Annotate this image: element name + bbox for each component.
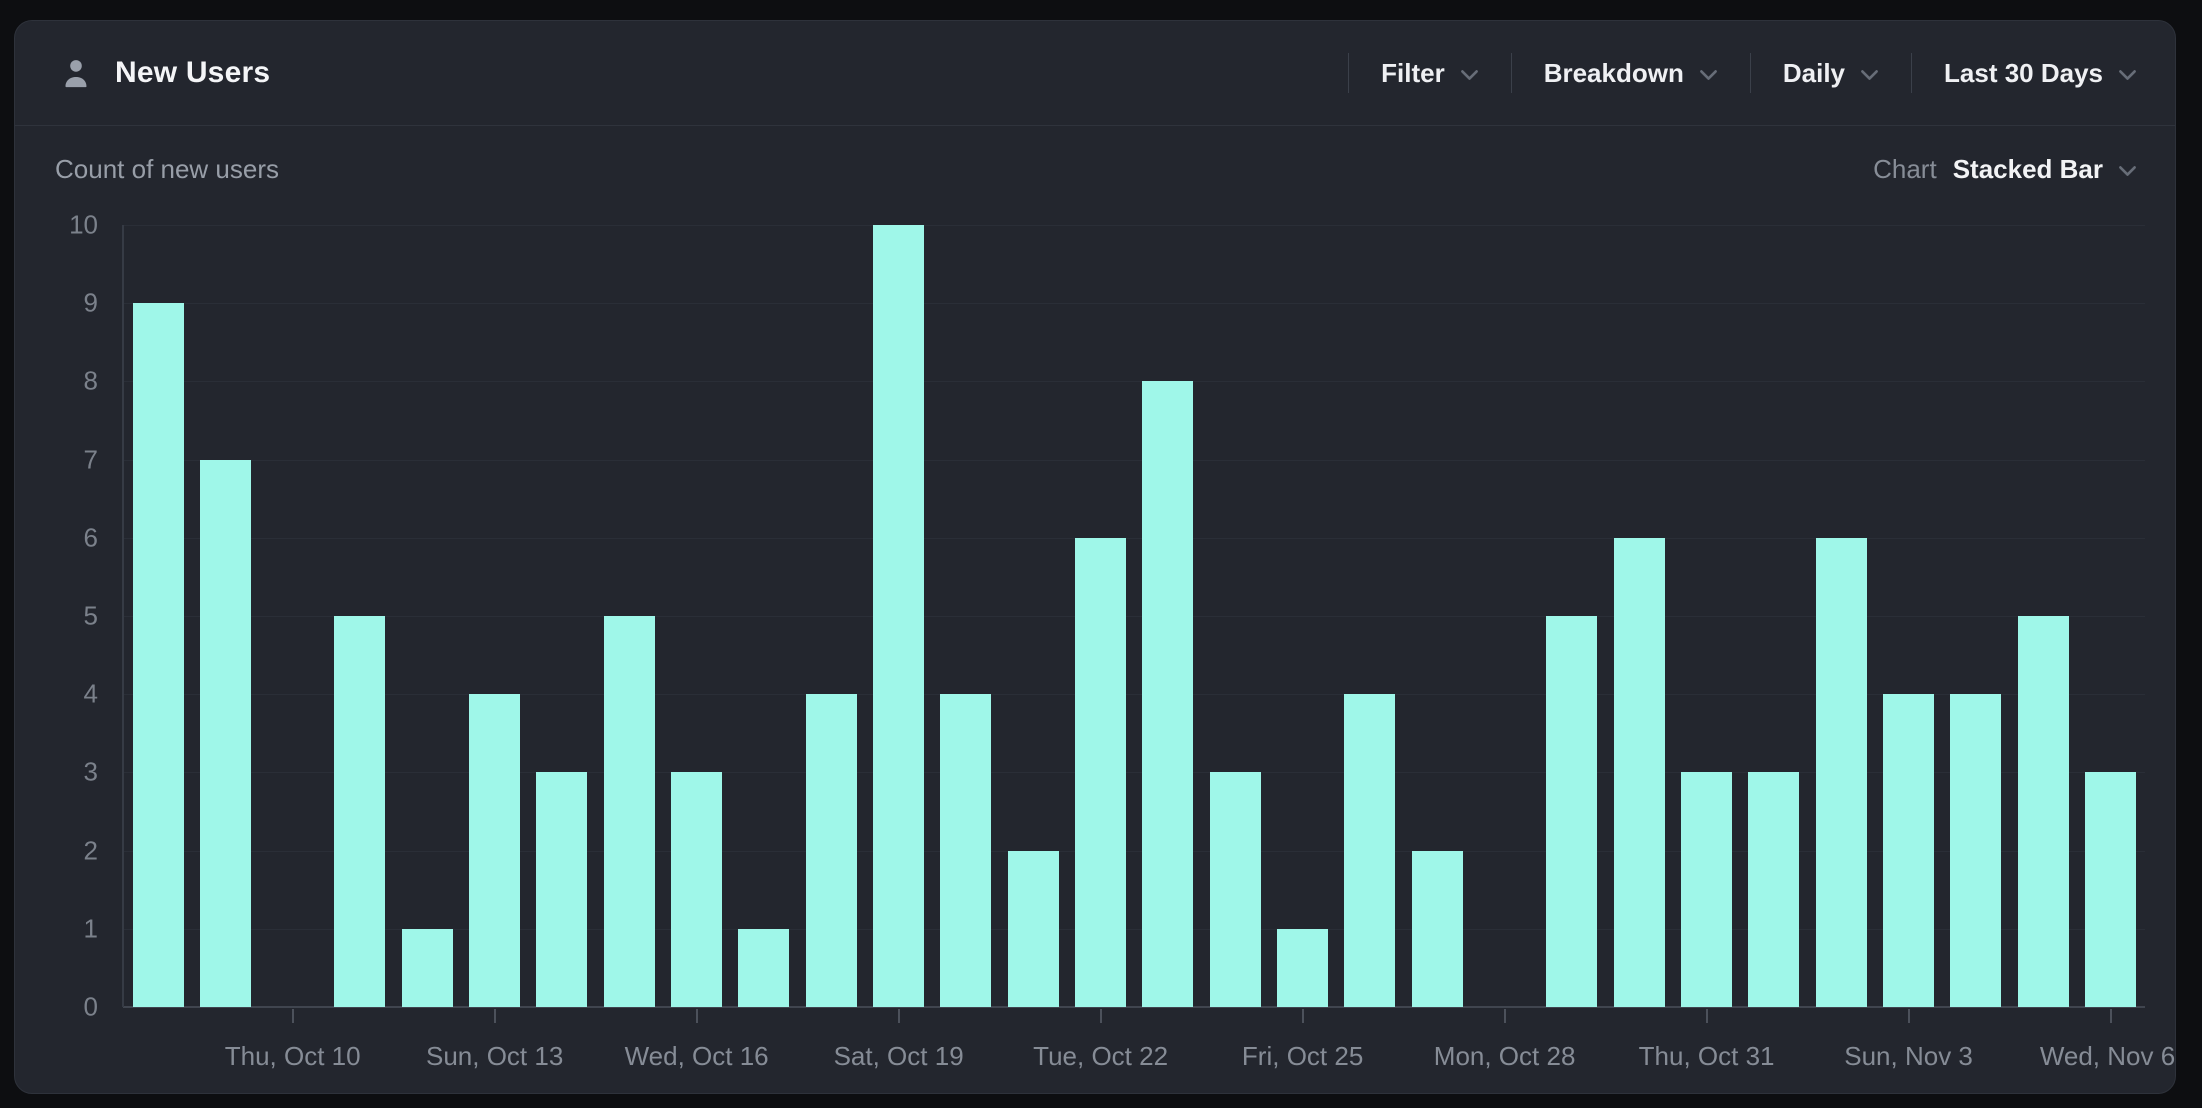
x-axis-tick — [696, 1009, 698, 1023]
bar-day-5[interactable] — [469, 694, 520, 1007]
new-users-card: New Users Filter Breakdown Daily — [14, 20, 2176, 1094]
bar-day-29[interactable] — [2085, 772, 2136, 1007]
bar-day-19[interactable] — [1412, 851, 1463, 1007]
bar-day-25[interactable] — [1816, 538, 1867, 1007]
bar-day-10[interactable] — [806, 694, 857, 1007]
gridline — [123, 381, 2145, 382]
bar-day-22[interactable] — [1614, 538, 1665, 1007]
bar-day-14[interactable] — [1075, 538, 1126, 1007]
x-axis-label: Tue, Oct 22 — [1033, 1041, 1168, 1072]
bar-day-17[interactable] — [1277, 929, 1328, 1007]
x-axis-tick — [292, 1009, 294, 1023]
y-axis-label: 1 — [38, 913, 98, 944]
bar-day-28[interactable] — [2018, 616, 2069, 1007]
x-axis-label: Thu, Oct 31 — [1639, 1041, 1775, 1072]
x-axis-label: Sat, Oct 19 — [834, 1041, 964, 1072]
x-axis-tick — [1908, 1009, 1910, 1023]
y-axis-label: 10 — [38, 210, 98, 241]
bar-day-4[interactable] — [402, 929, 453, 1007]
x-axis-label: Thu, Oct 10 — [225, 1041, 361, 1072]
bar-day-6[interactable] — [536, 772, 587, 1007]
bar-day-1[interactable] — [200, 460, 251, 1007]
bar-day-11[interactable] — [873, 225, 924, 1007]
bar-day-0[interactable] — [133, 303, 184, 1007]
bar-day-16[interactable] — [1210, 772, 1261, 1007]
bar-day-24[interactable] — [1748, 772, 1799, 1007]
y-axis-label: 9 — [38, 288, 98, 319]
x-axis-tick — [1706, 1009, 1708, 1023]
y-axis-label: 3 — [38, 757, 98, 788]
bar-day-15[interactable] — [1142, 381, 1193, 1007]
bar-day-26[interactable] — [1883, 694, 1934, 1007]
x-axis-label: Wed, Nov 6 — [2040, 1041, 2175, 1072]
bar-day-21[interactable] — [1546, 616, 1597, 1007]
x-axis-label: Sun, Oct 13 — [426, 1041, 563, 1072]
x-axis-label: Mon, Oct 28 — [1434, 1041, 1576, 1072]
gridline — [123, 460, 2145, 461]
y-axis-label: 6 — [38, 522, 98, 553]
bar-day-3[interactable] — [334, 616, 385, 1007]
gridline — [123, 303, 2145, 304]
x-axis-tick — [494, 1009, 496, 1023]
y-axis-label: 7 — [38, 444, 98, 475]
x-axis-label: Sun, Nov 3 — [1844, 1041, 1973, 1072]
x-axis-tick — [898, 1009, 900, 1023]
bar-day-12[interactable] — [940, 694, 991, 1007]
bar-day-23[interactable] — [1681, 772, 1732, 1007]
bar-day-9[interactable] — [738, 929, 789, 1007]
bar-day-8[interactable] — [671, 772, 722, 1007]
y-axis-label: 2 — [38, 835, 98, 866]
x-axis-tick — [1302, 1009, 1304, 1023]
y-axis-label: 5 — [38, 601, 98, 632]
x-axis-tick — [1504, 1009, 1506, 1023]
bar-day-13[interactable] — [1008, 851, 1059, 1007]
gridline — [123, 225, 2145, 226]
x-axis-label: Wed, Oct 16 — [625, 1041, 769, 1072]
x-axis-tick — [1100, 1009, 1102, 1023]
x-axis-label: Fri, Oct 25 — [1242, 1041, 1363, 1072]
x-axis-tick — [2110, 1009, 2112, 1023]
bar-day-27[interactable] — [1950, 694, 2001, 1007]
y-axis-label: 8 — [38, 366, 98, 397]
y-axis-label: 4 — [38, 679, 98, 710]
y-axis-line — [122, 225, 124, 1007]
bar-day-18[interactable] — [1344, 694, 1395, 1007]
bar-day-7[interactable] — [604, 616, 655, 1007]
bar-chart: 0 1 2 3 4 5 6 7 8 9 10 Thu, Oct 10 Sun, Oct 13 Wed, O… — [15, 21, 2175, 1093]
y-axis-label: 0 — [38, 992, 98, 1023]
